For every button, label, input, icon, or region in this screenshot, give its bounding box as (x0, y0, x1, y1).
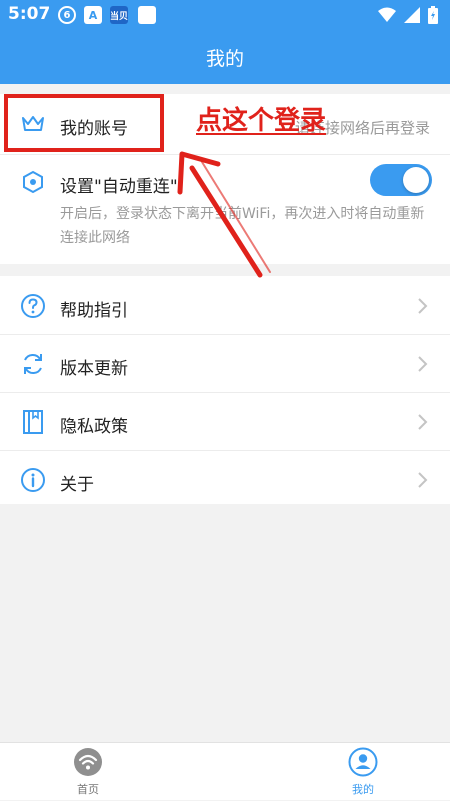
menu-item-help[interactable]: 帮助指引 (0, 278, 450, 334)
auto-reconnect-description: 开启后，登录状态下离开当前WiFi，再次进入时将自动重新连接此网络 (60, 206, 425, 246)
refresh-icon (20, 351, 46, 377)
toggle-knob[interactable] (403, 167, 429, 193)
page-title: 我的 (205, 48, 244, 70)
my-account-label: 我的账号 (60, 119, 128, 139)
bottom-navigation: 首页 我的 (0, 742, 450, 800)
wifi-signal-icon (378, 7, 396, 22)
a-icon: A (84, 6, 102, 24)
nav-mine-label: 我的 (352, 783, 374, 796)
user-icon (348, 747, 378, 777)
app-badge-icon: 当贝 (110, 6, 128, 24)
divider (0, 392, 450, 393)
status-right-icons (378, 6, 438, 24)
chevron-right-icon (418, 298, 428, 314)
crown-icon (20, 111, 46, 137)
divider (0, 450, 450, 451)
annotation-text: 点这个登录 (196, 106, 327, 136)
book-icon (20, 409, 46, 435)
menu-item-label: 版本更新 (60, 359, 128, 379)
chevron-right-icon (418, 356, 428, 372)
info-icon (20, 467, 46, 493)
chevron-right-icon (418, 414, 428, 430)
auto-reconnect-label: 设置"自动重连" (60, 177, 178, 197)
divider (0, 334, 450, 335)
status-bar: 5:07 6 A 当贝 (0, 0, 450, 30)
menu-item-label: 隐私政策 (60, 417, 128, 437)
help-icon (20, 293, 46, 319)
battery-icon (428, 6, 438, 24)
menu-item-label: 关于 (60, 475, 94, 495)
nav-home[interactable]: 首页 (43, 747, 133, 801)
notification-icon: 6 (58, 6, 76, 24)
nav-mine[interactable]: 我的 (318, 747, 408, 801)
hexagon-icon (20, 169, 46, 195)
wifi-icon (74, 748, 102, 776)
menu-item-about[interactable]: 关于 (0, 452, 450, 508)
menu-card: 帮助指引 版本更新 隐私政策 关于 (0, 276, 450, 504)
blank-square-icon (138, 6, 156, 24)
menu-item-label: 帮助指引 (60, 301, 128, 321)
status-time: 5:07 (8, 4, 51, 24)
cell-signal-icon (404, 7, 420, 23)
auto-reconnect-toggle[interactable] (370, 164, 432, 196)
app-header: 5:07 6 A 当贝 我的 (0, 0, 450, 84)
nav-home-label: 首页 (77, 783, 99, 796)
menu-item-privacy[interactable]: 隐私政策 (0, 394, 450, 450)
menu-item-update[interactable]: 版本更新 (0, 336, 450, 392)
chevron-right-icon (418, 472, 428, 488)
